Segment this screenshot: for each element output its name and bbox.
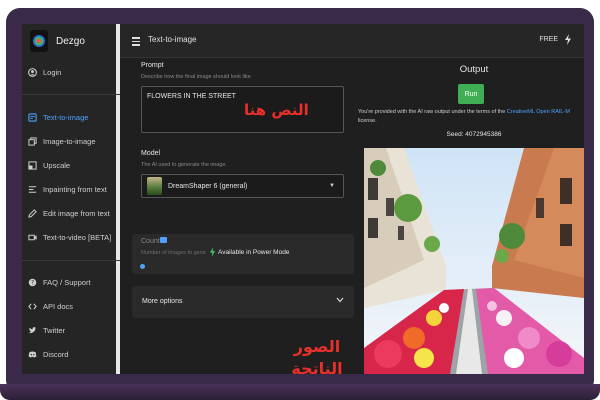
sidebar-item-label: Text-to-video [BETA] [43,233,112,242]
power-mode-notice[interactable]: Available in Power Mode [218,249,289,256]
top-bar: Text-to-image FREE [120,24,584,58]
more-options-label: More options [142,298,183,305]
sidebar-item-inpainting[interactable]: Inpainting from text [28,185,107,194]
generated-image[interactable] [364,148,584,374]
dezgo-logo [30,30,48,52]
count-description: Number of images to gene [141,250,206,256]
sidebar-item-login[interactable]: Login [28,68,61,77]
license-text-end: license. [358,118,377,124]
app-screen: Dezgo Login Text-to-image Image-to-image [22,24,584,374]
sidebar-item-label: Login [43,68,62,77]
text-image-icon [28,113,37,122]
sidebar: Dezgo Login Text-to-image Image-to-image [22,24,120,374]
chevron-down-icon: ▼ [329,183,335,189]
run-button[interactable]: Run [458,84,484,104]
laptop-base [0,384,600,400]
sidebar-divider [22,260,120,261]
help-icon: ? [28,278,37,287]
prompt-input[interactable]: FLOWERS IN THE STREET النص هنا [141,86,344,133]
chevron-down-icon [336,297,344,305]
sidebar-item-label: Edit image from text [43,209,110,218]
output-title: Output [459,64,489,75]
sidebar-item-label: Text-to-image [43,113,89,122]
user-icon [28,68,37,77]
prompt-value: FLOWERS IN THE STREET [147,93,236,100]
sidebar-item-api-docs[interactable]: API docs [28,302,73,311]
power-bolt-icon [209,247,216,259]
brand[interactable]: Dezgo [30,30,85,52]
sidebar-item-label: Twitter [43,326,66,335]
sidebar-item-label: Discord [43,350,69,359]
license-notice: You're provided with the AI raw output u… [358,108,580,126]
model-description: The AI used to generate the image. [141,162,227,168]
count-label: Count [141,238,160,245]
page-title: Text-to-image [148,35,197,44]
code-icon [28,302,37,311]
prompt-overlay-annotation: النص هنا [244,101,309,119]
inpainting-icon [28,185,37,194]
sidebar-item-label: Image-to-image [43,137,96,146]
sidebar-item-twitter[interactable]: Twitter [28,326,65,335]
license-link[interactable]: CreativeML Open RAIL-M [507,109,570,115]
plan-badge[interactable]: FREE [539,36,558,43]
count-slider-handle[interactable] [140,264,145,269]
sidebar-item-discord[interactable]: Discord [28,350,68,359]
video-icon [28,233,37,242]
sidebar-item-upscale[interactable]: Upscale [28,161,70,170]
generation-form: Prompt Describe how the final image shou… [120,58,364,374]
svg-text:?: ? [31,281,34,287]
sidebar-item-faq[interactable]: ? FAQ / Support [28,278,91,287]
overlay-line-1: الصور [293,337,341,356]
menu-icon[interactable] [132,37,140,48]
overlay-line-2: الناتجة [291,359,343,374]
info-badge-icon [160,237,167,243]
discord-icon [28,350,37,359]
sidebar-item-label: FAQ / Support [43,278,91,287]
license-text: You're provided with the AI raw output u… [358,109,507,115]
output-panel: Output Run You're provided with the AI r… [358,58,584,374]
edit-icon [28,209,37,218]
prompt-label: Prompt [141,62,164,69]
sidebar-item-text-to-video[interactable]: Text-to-video [BETA] [28,233,111,242]
more-options-panel[interactable]: More options [132,286,354,318]
seed-value: Seed: 4072945386 [446,131,502,138]
model-value: DreamShaper 6 (general) [168,182,248,190]
upscale-icon [28,161,37,170]
bolt-icon[interactable] [564,34,572,47]
sidebar-divider [22,94,120,95]
model-thumbnail [147,177,162,195]
sidebar-item-text-to-image[interactable]: Text-to-image [28,113,88,122]
twitter-icon [28,326,37,335]
prompt-description: Describe how the final image should look… [141,74,251,80]
count-section: Count Number of images to gene Available… [132,234,354,274]
sidebar-item-label: API docs [43,302,74,311]
sidebar-item-edit-image[interactable]: Edit image from text [28,209,110,218]
model-select[interactable]: DreamShaper 6 (general) ▼ [141,174,344,198]
sidebar-item-label: Inpainting from text [43,185,107,194]
output-overlay-annotation: الصور الناتجة [282,336,352,374]
sidebar-item-label: Upscale [43,161,71,170]
image-image-icon [28,137,37,146]
app-name: Dezgo [56,35,85,47]
model-label: Model [141,150,161,157]
sidebar-item-image-to-image[interactable]: Image-to-image [28,137,96,146]
